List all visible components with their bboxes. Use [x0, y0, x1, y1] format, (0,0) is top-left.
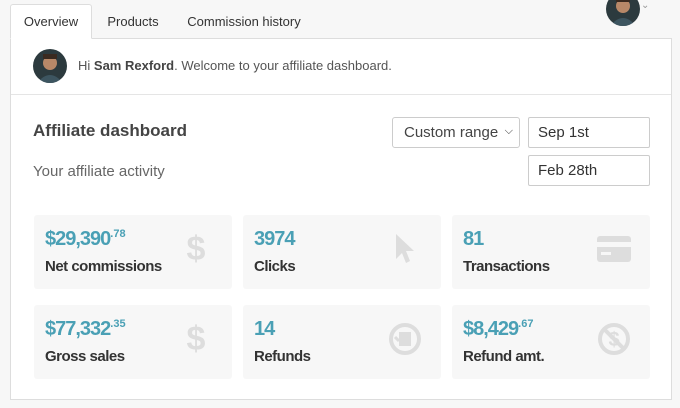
stat-card-refunds: 14 Refunds [243, 305, 441, 379]
credit-card-icon [596, 231, 632, 267]
stat-card-transactions: 81 Transactions [452, 215, 650, 289]
stat-label: Clicks [254, 258, 296, 275]
stat-label: Gross sales [45, 348, 125, 365]
page-subtitle: Your affiliate activity [33, 163, 165, 180]
stat-value: $8,429.67 [463, 318, 534, 340]
dollar-icon: $ [186, 229, 206, 268]
stat-card-net-commissions: $29,390.78 Net commissions $ [34, 215, 232, 289]
stat-value: 81 [463, 228, 484, 250]
cursor-icon [387, 231, 423, 267]
dollar-icon: $ [186, 319, 206, 358]
date-to-input[interactable]: Feb 28th [528, 155, 650, 186]
date-from-input[interactable]: Sep 1st [528, 117, 650, 148]
stat-label: Refunds [254, 348, 311, 365]
stat-value: 14 [254, 318, 275, 340]
stat-value: $77,332.35 [45, 318, 126, 340]
stat-label: Refund amt. [463, 348, 545, 365]
user-avatar-menu[interactable] [606, 0, 640, 26]
stat-value: $29,390.78 [45, 228, 126, 250]
page-title: Affiliate dashboard [33, 121, 187, 140]
stat-card-refund-amount: $8,429.67 Refund amt. $ [452, 305, 650, 379]
stat-card-clicks: 3974 Clicks [243, 215, 441, 289]
stat-card-gross-sales: $77,332.35 Gross sales $ [34, 305, 232, 379]
top-nav: Overview Products Commission history ⌄ [0, 0, 680, 39]
chevron-down-icon[interactable]: ⌄ [641, 0, 649, 11]
avatar [33, 49, 67, 83]
stat-label: Transactions [463, 258, 550, 275]
user-name: Sam Rexford [93, 58, 175, 73]
refund-icon [387, 321, 423, 357]
chevron-down-icon: ⌵ [504, 125, 513, 137]
welcome-bar: Hi Sam Rexford. Welcome to your affiliat… [11, 39, 671, 95]
welcome-message: Hi Sam Rexford. Welcome to your affiliat… [78, 58, 392, 73]
stat-value: 3974 [254, 228, 295, 250]
range-select[interactable]: Custom range ⌵ [392, 117, 520, 148]
tab-overview[interactable]: Overview [10, 4, 92, 39]
main-panel: Hi Sam Rexford. Welcome to your affiliat… [10, 38, 672, 400]
tab-products[interactable]: Products [96, 4, 170, 39]
no-dollar-icon: $ [596, 321, 632, 357]
tab-commission-history[interactable]: Commission history [178, 4, 310, 39]
stat-label: Net commissions [45, 258, 162, 275]
